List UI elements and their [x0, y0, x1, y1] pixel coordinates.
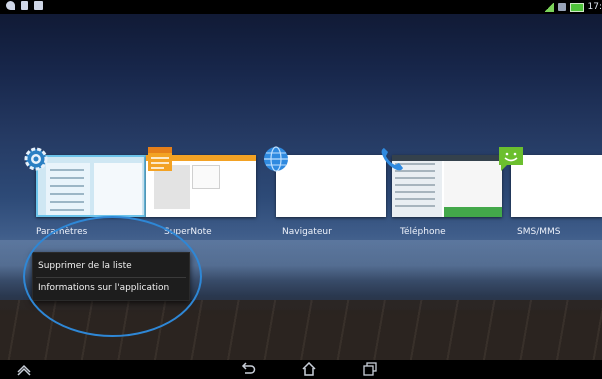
- gallery-icon: [34, 1, 43, 10]
- recent-card-phone[interactable]: Téléphone: [381, 145, 502, 237]
- document-icon: [21, 1, 28, 10]
- recent-label-settings: Paramètres: [36, 227, 88, 237]
- recent-card-settings[interactable]: Paramètres: [24, 145, 146, 237]
- recent-card-supernote[interactable]: SuperNote: [146, 145, 256, 237]
- recent-apps-icon[interactable]: [362, 362, 378, 376]
- recent-label-browser: Navigateur: [282, 227, 332, 237]
- home-icon[interactable]: [301, 362, 317, 376]
- status-bar: 17:: [0, 0, 602, 14]
- wooden-deck: [0, 300, 602, 360]
- phone-thumbnail[interactable]: [392, 155, 502, 217]
- status-left: [6, 1, 43, 10]
- settings-thumbnail[interactable]: [36, 155, 146, 217]
- recent-card-sms[interactable]: SMS/MMS: [499, 145, 602, 237]
- menu-item-app-info[interactable]: Informations sur l'application: [33, 277, 189, 299]
- recent-apps-list: Paramètres SuperNote Navigateur Téléphon…: [0, 145, 602, 245]
- settings-thumb-detail: [94, 163, 142, 215]
- globe-icon: [264, 146, 288, 172]
- screen: 17: Paramètres SuperNote Navigateur Télé…: [0, 0, 602, 379]
- settings-gear-icon: [24, 147, 48, 171]
- recent-label-phone: Téléphone: [400, 227, 446, 237]
- context-menu: Supprimer de la liste Informations sur l…: [32, 252, 190, 301]
- phone-thumb-topbar: [392, 155, 502, 161]
- sim-icon: [557, 3, 566, 11]
- wifi-icon: [6, 1, 15, 10]
- signal-icon: [543, 2, 554, 12]
- supernote-thumb-note: [192, 165, 220, 189]
- back-icon[interactable]: [240, 362, 256, 376]
- recent-label-sms: SMS/MMS: [517, 227, 561, 237]
- battery-icon: [569, 2, 584, 12]
- status-right: 17:: [543, 0, 602, 14]
- up-arrow-icon[interactable]: [16, 362, 32, 376]
- recent-label-supernote: SuperNote: [164, 227, 212, 237]
- settings-thumb-list: [46, 163, 90, 215]
- supernote-icon: [148, 147, 172, 171]
- sms-smiley-icon: [499, 147, 523, 171]
- menu-item-remove-from-list[interactable]: Supprimer de la liste: [33, 255, 189, 277]
- navigation-bar: [0, 360, 602, 379]
- phone-icon: [381, 148, 403, 171]
- phone-thumb-call-bar: [444, 207, 502, 217]
- browser-thumbnail[interactable]: [276, 155, 386, 217]
- clock: 17:: [587, 2, 602, 12]
- recent-card-browser[interactable]: Navigateur: [264, 145, 386, 237]
